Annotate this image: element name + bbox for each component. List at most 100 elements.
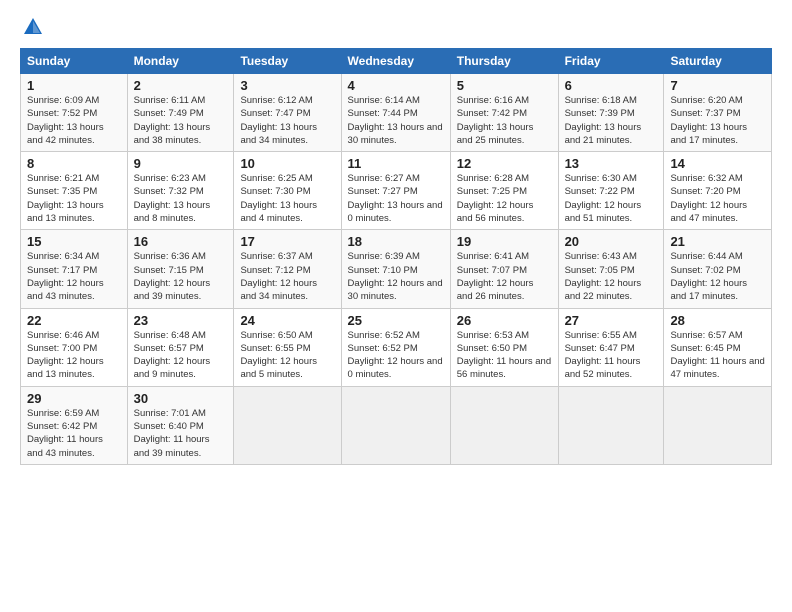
day-number: 4: [348, 78, 444, 93]
day-number: 9: [134, 156, 228, 171]
col-header-sunday: Sunday: [21, 49, 128, 74]
day-info: Sunrise: 6:46 AMSunset: 7:00 PMDaylight:…: [27, 330, 104, 381]
day-info: Sunrise: 6:41 AMSunset: 7:07 PMDaylight:…: [457, 251, 534, 302]
calendar-cell: 25 Sunrise: 6:52 AMSunset: 6:52 PMDaylig…: [341, 308, 450, 386]
page: SundayMondayTuesdayWednesdayThursdayFrid…: [0, 0, 792, 475]
day-number: 3: [240, 78, 334, 93]
header-row: SundayMondayTuesdayWednesdayThursdayFrid…: [21, 49, 772, 74]
day-number: 26: [457, 313, 552, 328]
day-number: 8: [27, 156, 121, 171]
day-info: Sunrise: 6:23 AMSunset: 7:32 PMDaylight:…: [134, 173, 211, 224]
calendar-cell: 8 Sunrise: 6:21 AMSunset: 7:35 PMDayligh…: [21, 152, 128, 230]
calendar-cell: 27 Sunrise: 6:55 AMSunset: 6:47 PMDaylig…: [558, 308, 664, 386]
calendar-cell: 30 Sunrise: 7:01 AMSunset: 6:40 PMDaylig…: [127, 386, 234, 464]
col-header-monday: Monday: [127, 49, 234, 74]
day-number: 11: [348, 156, 444, 171]
week-row-3: 15 Sunrise: 6:34 AMSunset: 7:17 PMDaylig…: [21, 230, 772, 308]
day-number: 30: [134, 391, 228, 406]
day-number: 17: [240, 234, 334, 249]
day-number: 25: [348, 313, 444, 328]
day-info: Sunrise: 6:32 AMSunset: 7:20 PMDaylight:…: [670, 173, 747, 224]
calendar-cell: [341, 386, 450, 464]
calendar-cell: 13 Sunrise: 6:30 AMSunset: 7:22 PMDaylig…: [558, 152, 664, 230]
week-row-4: 22 Sunrise: 6:46 AMSunset: 7:00 PMDaylig…: [21, 308, 772, 386]
day-info: Sunrise: 7:01 AMSunset: 6:40 PMDaylight:…: [134, 408, 210, 459]
calendar-cell: 2 Sunrise: 6:11 AMSunset: 7:49 PMDayligh…: [127, 74, 234, 152]
calendar-cell: 22 Sunrise: 6:46 AMSunset: 7:00 PMDaylig…: [21, 308, 128, 386]
calendar-cell: 29 Sunrise: 6:59 AMSunset: 6:42 PMDaylig…: [21, 386, 128, 464]
day-info: Sunrise: 6:11 AMSunset: 7:49 PMDaylight:…: [134, 95, 211, 146]
calendar-cell: 28 Sunrise: 6:57 AMSunset: 6:45 PMDaylig…: [664, 308, 772, 386]
day-info: Sunrise: 6:27 AMSunset: 7:27 PMDaylight:…: [348, 173, 443, 224]
calendar-cell: 21 Sunrise: 6:44 AMSunset: 7:02 PMDaylig…: [664, 230, 772, 308]
day-info: Sunrise: 6:48 AMSunset: 6:57 PMDaylight:…: [134, 330, 211, 381]
day-number: 21: [670, 234, 765, 249]
day-number: 13: [565, 156, 658, 171]
day-number: 22: [27, 313, 121, 328]
col-header-tuesday: Tuesday: [234, 49, 341, 74]
col-header-thursday: Thursday: [450, 49, 558, 74]
day-info: Sunrise: 6:12 AMSunset: 7:47 PMDaylight:…: [240, 95, 317, 146]
day-number: 14: [670, 156, 765, 171]
calendar-cell: [234, 386, 341, 464]
day-number: 16: [134, 234, 228, 249]
day-info: Sunrise: 6:59 AMSunset: 6:42 PMDaylight:…: [27, 408, 103, 459]
calendar-cell: 24 Sunrise: 6:50 AMSunset: 6:55 PMDaylig…: [234, 308, 341, 386]
day-info: Sunrise: 6:37 AMSunset: 7:12 PMDaylight:…: [240, 251, 317, 302]
col-header-saturday: Saturday: [664, 49, 772, 74]
logo-icon: [22, 16, 44, 38]
day-number: 28: [670, 313, 765, 328]
day-info: Sunrise: 6:52 AMSunset: 6:52 PMDaylight:…: [348, 330, 443, 381]
day-number: 12: [457, 156, 552, 171]
calendar-cell: 16 Sunrise: 6:36 AMSunset: 7:15 PMDaylig…: [127, 230, 234, 308]
day-info: Sunrise: 6:16 AMSunset: 7:42 PMDaylight:…: [457, 95, 534, 146]
day-info: Sunrise: 6:57 AMSunset: 6:45 PMDaylight:…: [670, 330, 764, 381]
calendar-cell: 23 Sunrise: 6:48 AMSunset: 6:57 PMDaylig…: [127, 308, 234, 386]
calendar-cell: 6 Sunrise: 6:18 AMSunset: 7:39 PMDayligh…: [558, 74, 664, 152]
calendar-cell: 9 Sunrise: 6:23 AMSunset: 7:32 PMDayligh…: [127, 152, 234, 230]
logo: [20, 16, 44, 38]
week-row-1: 1 Sunrise: 6:09 AMSunset: 7:52 PMDayligh…: [21, 74, 772, 152]
week-row-2: 8 Sunrise: 6:21 AMSunset: 7:35 PMDayligh…: [21, 152, 772, 230]
day-number: 10: [240, 156, 334, 171]
calendar-cell: [664, 386, 772, 464]
day-number: 1: [27, 78, 121, 93]
week-row-5: 29 Sunrise: 6:59 AMSunset: 6:42 PMDaylig…: [21, 386, 772, 464]
day-number: 29: [27, 391, 121, 406]
day-info: Sunrise: 6:55 AMSunset: 6:47 PMDaylight:…: [565, 330, 641, 381]
day-info: Sunrise: 6:25 AMSunset: 7:30 PMDaylight:…: [240, 173, 317, 224]
calendar-cell: 10 Sunrise: 6:25 AMSunset: 7:30 PMDaylig…: [234, 152, 341, 230]
day-number: 15: [27, 234, 121, 249]
col-header-friday: Friday: [558, 49, 664, 74]
day-info: Sunrise: 6:14 AMSunset: 7:44 PMDaylight:…: [348, 95, 443, 146]
day-info: Sunrise: 6:50 AMSunset: 6:55 PMDaylight:…: [240, 330, 317, 381]
calendar-cell: 12 Sunrise: 6:28 AMSunset: 7:25 PMDaylig…: [450, 152, 558, 230]
day-info: Sunrise: 6:09 AMSunset: 7:52 PMDaylight:…: [27, 95, 104, 146]
day-number: 20: [565, 234, 658, 249]
calendar-table: SundayMondayTuesdayWednesdayThursdayFrid…: [20, 48, 772, 465]
day-number: 27: [565, 313, 658, 328]
calendar-cell: 3 Sunrise: 6:12 AMSunset: 7:47 PMDayligh…: [234, 74, 341, 152]
day-number: 7: [670, 78, 765, 93]
day-info: Sunrise: 6:43 AMSunset: 7:05 PMDaylight:…: [565, 251, 642, 302]
day-info: Sunrise: 6:18 AMSunset: 7:39 PMDaylight:…: [565, 95, 642, 146]
day-info: Sunrise: 6:34 AMSunset: 7:17 PMDaylight:…: [27, 251, 104, 302]
calendar-cell: 1 Sunrise: 6:09 AMSunset: 7:52 PMDayligh…: [21, 74, 128, 152]
calendar-cell: 11 Sunrise: 6:27 AMSunset: 7:27 PMDaylig…: [341, 152, 450, 230]
day-info: Sunrise: 6:21 AMSunset: 7:35 PMDaylight:…: [27, 173, 104, 224]
calendar-cell: 17 Sunrise: 6:37 AMSunset: 7:12 PMDaylig…: [234, 230, 341, 308]
calendar-cell: 15 Sunrise: 6:34 AMSunset: 7:17 PMDaylig…: [21, 230, 128, 308]
calendar-cell: 7 Sunrise: 6:20 AMSunset: 7:37 PMDayligh…: [664, 74, 772, 152]
day-number: 23: [134, 313, 228, 328]
day-number: 5: [457, 78, 552, 93]
col-header-wednesday: Wednesday: [341, 49, 450, 74]
calendar-cell: 4 Sunrise: 6:14 AMSunset: 7:44 PMDayligh…: [341, 74, 450, 152]
calendar-cell: 19 Sunrise: 6:41 AMSunset: 7:07 PMDaylig…: [450, 230, 558, 308]
day-info: Sunrise: 6:39 AMSunset: 7:10 PMDaylight:…: [348, 251, 443, 302]
day-info: Sunrise: 6:36 AMSunset: 7:15 PMDaylight:…: [134, 251, 211, 302]
day-number: 24: [240, 313, 334, 328]
day-number: 6: [565, 78, 658, 93]
calendar-cell: 5 Sunrise: 6:16 AMSunset: 7:42 PMDayligh…: [450, 74, 558, 152]
day-number: 2: [134, 78, 228, 93]
day-info: Sunrise: 6:53 AMSunset: 6:50 PMDaylight:…: [457, 330, 551, 381]
